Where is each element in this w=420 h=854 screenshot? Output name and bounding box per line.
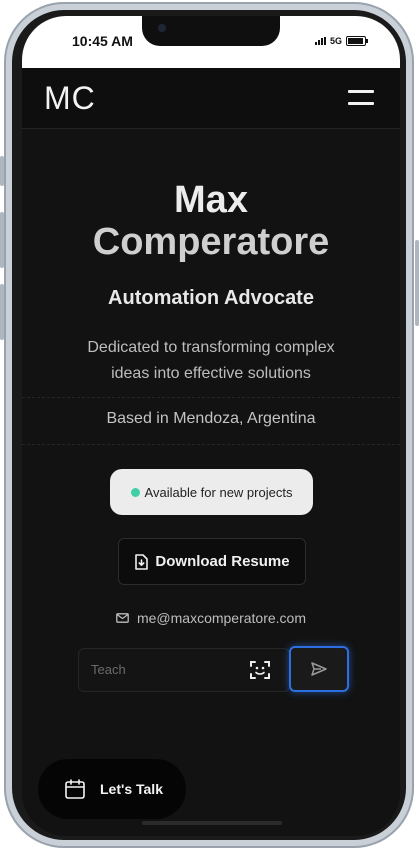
phone-screen: 10:45 AM 5G MC Max Comperatore Automatio…	[22, 16, 400, 836]
hero-tagline: Dedicated to transforming complex ideas …	[62, 335, 360, 387]
hero-tagline-line1: Dedicated to transforming complex	[87, 339, 335, 356]
site-header: MC	[22, 68, 400, 129]
site-logo[interactable]: MC	[44, 80, 96, 117]
notch	[142, 16, 280, 46]
lets-talk-label: Let's Talk	[100, 781, 163, 797]
status-dot-icon	[130, 487, 140, 497]
hero-section: Max Comperatore Automation Advocate Dedi…	[22, 129, 400, 836]
side-button-power	[415, 240, 419, 326]
email-address: me@maxcomperatore.com	[136, 610, 307, 626]
download-resume-button[interactable]: Download Resume	[118, 538, 306, 585]
face-scan-icon[interactable]	[249, 660, 271, 680]
chat-input[interactable]	[79, 649, 241, 689]
send-button[interactable]	[289, 646, 349, 692]
status-icons: 5G	[314, 36, 368, 46]
email-link[interactable]: me@maxcomperatore.com	[22, 610, 400, 626]
status-bar: 10:45 AM 5G	[22, 16, 400, 68]
hero-name: Max Comperatore	[22, 179, 400, 263]
download-resume-label: Download Resume	[155, 553, 290, 570]
signal-icon	[314, 37, 326, 45]
hero-tagline-line2: ideas into effective solutions	[111, 365, 311, 382]
calendar-icon	[65, 779, 85, 799]
camera-icon	[158, 24, 166, 32]
availability-badge: Available for new projects	[110, 469, 313, 515]
battery-icon	[346, 36, 368, 46]
file-download-icon	[135, 553, 149, 570]
network-label: 5G	[329, 36, 342, 46]
side-button-mute	[0, 156, 4, 186]
side-button-volume-up	[0, 212, 4, 268]
hero-name-first: Max	[174, 179, 248, 221]
chat-box	[78, 648, 290, 692]
home-indicator	[142, 821, 282, 825]
status-time: 10:45 AM	[72, 33, 133, 49]
hero-name-last: Comperatore	[92, 221, 330, 263]
hamburger-menu-icon[interactable]	[348, 90, 374, 106]
send-icon	[311, 662, 327, 676]
hero-role: Automation Advocate	[108, 287, 314, 309]
availability-label: Available for new projects	[144, 484, 293, 500]
side-button-volume-down	[0, 284, 4, 340]
hero-location: Based in Mendoza, Argentina	[106, 410, 316, 427]
lets-talk-button[interactable]: Let's Talk	[38, 759, 186, 819]
mail-icon	[116, 613, 129, 623]
